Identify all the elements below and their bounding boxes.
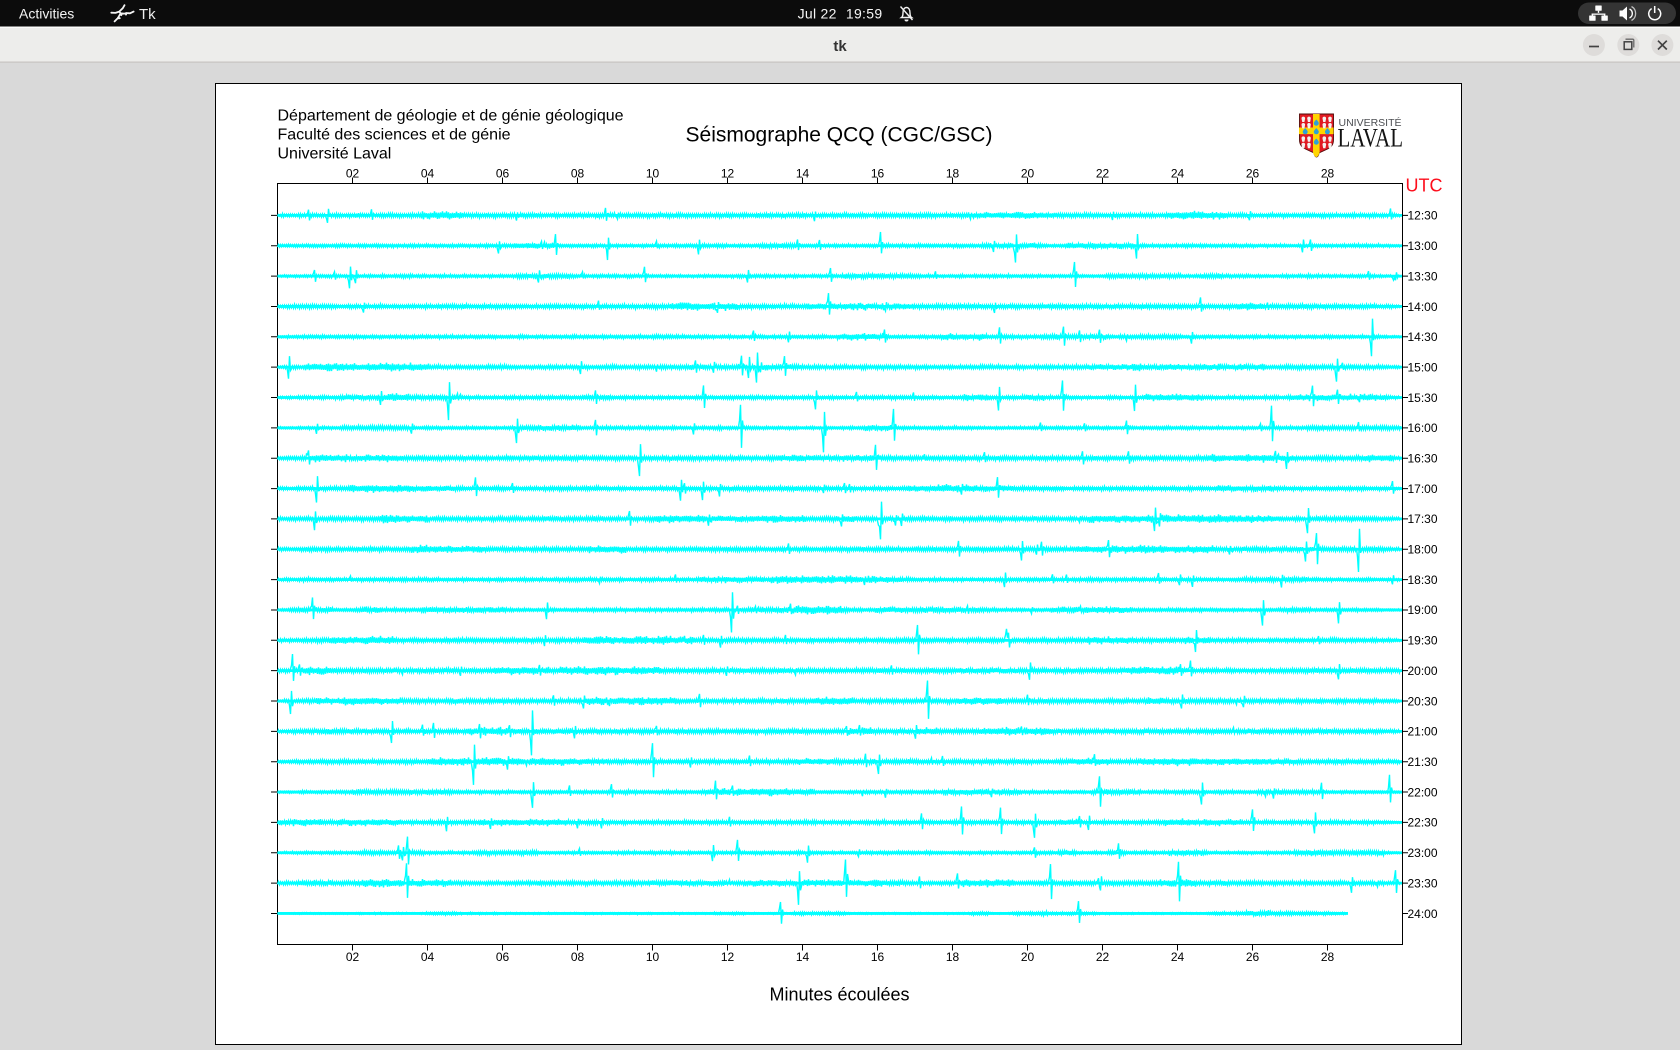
svg-text:23:30: 23:30 [1408, 876, 1438, 890]
svg-text:06: 06 [496, 950, 510, 964]
svg-text:24: 24 [1171, 950, 1185, 964]
svg-text:22:30: 22:30 [1408, 816, 1438, 830]
svg-text:22: 22 [1096, 950, 1110, 964]
svg-text:16:00: 16:00 [1408, 421, 1438, 435]
svg-text:17:00: 17:00 [1408, 482, 1438, 496]
svg-text:08: 08 [571, 950, 585, 964]
svg-text:26: 26 [1246, 950, 1260, 964]
svg-text:18:30: 18:30 [1408, 573, 1438, 587]
svg-text:tk: tk [833, 38, 847, 55]
svg-text:18:00: 18:00 [1408, 543, 1438, 557]
svg-text:22:00: 22:00 [1408, 785, 1438, 799]
svg-text:19:30: 19:30 [1408, 634, 1438, 648]
svg-text:16: 16 [871, 950, 885, 964]
svg-text:Minutes écoulées: Minutes écoulées [769, 985, 909, 1005]
svg-text:13:00: 13:00 [1408, 239, 1438, 253]
svg-text:15:00: 15:00 [1408, 360, 1438, 374]
svg-text:17:30: 17:30 [1408, 512, 1438, 526]
svg-text:UTC: UTC [1406, 176, 1443, 196]
svg-text:23:00: 23:00 [1408, 846, 1438, 860]
svg-text:28: 28 [1321, 950, 1335, 964]
svg-text:20:00: 20:00 [1408, 664, 1438, 678]
svg-text:14: 14 [796, 950, 810, 964]
svg-text:Jul 22 19:59: Jul 22 19:59 [798, 6, 883, 22]
svg-text:15:30: 15:30 [1408, 391, 1438, 405]
svg-text:16:30: 16:30 [1408, 452, 1438, 466]
svg-text:Département de géologie et de: Département de géologie et de génie géol… [278, 108, 624, 125]
svg-text:21:30: 21:30 [1408, 755, 1438, 769]
svg-text:Séismographe QCQ (CGC/GSC): Séismographe QCQ (CGC/GSC) [686, 124, 993, 147]
svg-text:20: 20 [1021, 950, 1035, 964]
svg-text:20:30: 20:30 [1408, 694, 1438, 708]
svg-text:02: 02 [346, 950, 360, 964]
svg-text:Tk: Tk [139, 6, 156, 23]
svg-text:14:30: 14:30 [1408, 330, 1438, 344]
svg-text:Université Laval: Université Laval [278, 146, 392, 163]
svg-text:14:00: 14:00 [1408, 300, 1438, 314]
svg-text:Faculté des sciences et de gén: Faculté des sciences et de génie [278, 127, 511, 144]
svg-text:13:30: 13:30 [1408, 269, 1438, 283]
svg-text:12:30: 12:30 [1408, 209, 1438, 223]
svg-text:21:00: 21:00 [1408, 725, 1438, 739]
svg-text:18: 18 [946, 950, 960, 964]
svg-text:04: 04 [421, 950, 435, 964]
svg-text:LAVAL: LAVAL [1338, 124, 1404, 153]
svg-text:19:00: 19:00 [1408, 603, 1438, 617]
svg-text:24:00: 24:00 [1408, 907, 1438, 921]
svg-text:12: 12 [721, 950, 735, 964]
svg-text:Activities: Activities [19, 6, 74, 22]
svg-text:10: 10 [646, 950, 660, 964]
